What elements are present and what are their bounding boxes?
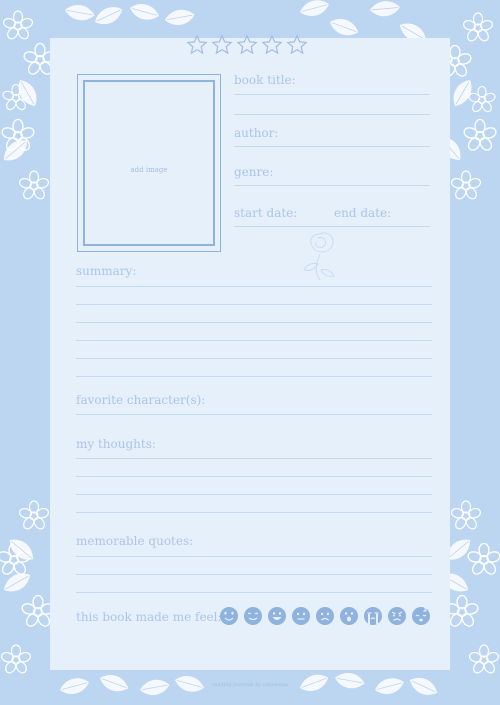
start-date-label: start date: <box>234 206 298 220</box>
summary-line[interactable] <box>76 340 432 341</box>
date-line[interactable] <box>234 226 430 227</box>
star-icon[interactable] <box>186 34 208 56</box>
rose-icon <box>303 232 335 281</box>
rating-stars[interactable] <box>186 34 308 56</box>
book-title-line[interactable] <box>234 94 430 95</box>
favorite-characters-line[interactable] <box>76 414 432 415</box>
memorable-quotes-label: memorable quotes: <box>76 534 194 548</box>
heart-eyes-icon[interactable] <box>219 606 239 626</box>
genre-label: genre: <box>234 165 274 179</box>
summary-line[interactable] <box>76 322 432 323</box>
star-icon[interactable] <box>261 34 283 56</box>
star-icon[interactable] <box>236 34 258 56</box>
smiling-icon[interactable] <box>243 606 263 626</box>
my-thoughts-label: my thoughts: <box>76 437 156 451</box>
my-thoughts-line[interactable] <box>76 458 432 459</box>
genre-line[interactable] <box>234 185 430 186</box>
neutral-icon[interactable] <box>291 606 311 626</box>
summary-label: summary: <box>76 264 137 278</box>
my-thoughts-line[interactable] <box>76 512 432 513</box>
my-thoughts-line[interactable] <box>76 476 432 477</box>
author-line[interactable] <box>234 146 430 147</box>
star-icon[interactable] <box>286 34 308 56</box>
my-thoughts-line[interactable] <box>76 494 432 495</box>
book-cover-frame[interactable]: add image <box>77 74 221 252</box>
feelings-label: this book made me feel: <box>76 610 222 624</box>
sad-icon[interactable] <box>315 606 335 626</box>
summary-line[interactable] <box>76 286 432 287</box>
book-title-label: book title: <box>234 73 296 87</box>
angry-icon[interactable] <box>387 606 407 626</box>
surprised-icon[interactable] <box>339 606 359 626</box>
summary-line[interactable] <box>76 358 432 359</box>
summary-line[interactable] <box>76 376 432 377</box>
summary-line[interactable] <box>76 304 432 305</box>
book-title-line-2[interactable] <box>234 114 430 115</box>
add-image-label: add image <box>130 166 168 174</box>
crying-icon[interactable] <box>363 606 383 626</box>
book-cover-inner-frame: add image <box>83 80 215 246</box>
sleepy-icon[interactable] <box>411 606 431 626</box>
footer-credit: reading journals by canvasina <box>211 682 289 688</box>
favorite-characters-label: favorite character(s): <box>76 393 206 407</box>
author-label: author: <box>234 126 279 140</box>
memorable-quotes-line[interactable] <box>76 574 432 575</box>
star-icon[interactable] <box>211 34 233 56</box>
grinning-icon[interactable] <box>267 606 287 626</box>
memorable-quotes-line[interactable] <box>76 556 432 557</box>
end-date-label: end date: <box>334 206 392 220</box>
memorable-quotes-line[interactable] <box>76 592 432 593</box>
